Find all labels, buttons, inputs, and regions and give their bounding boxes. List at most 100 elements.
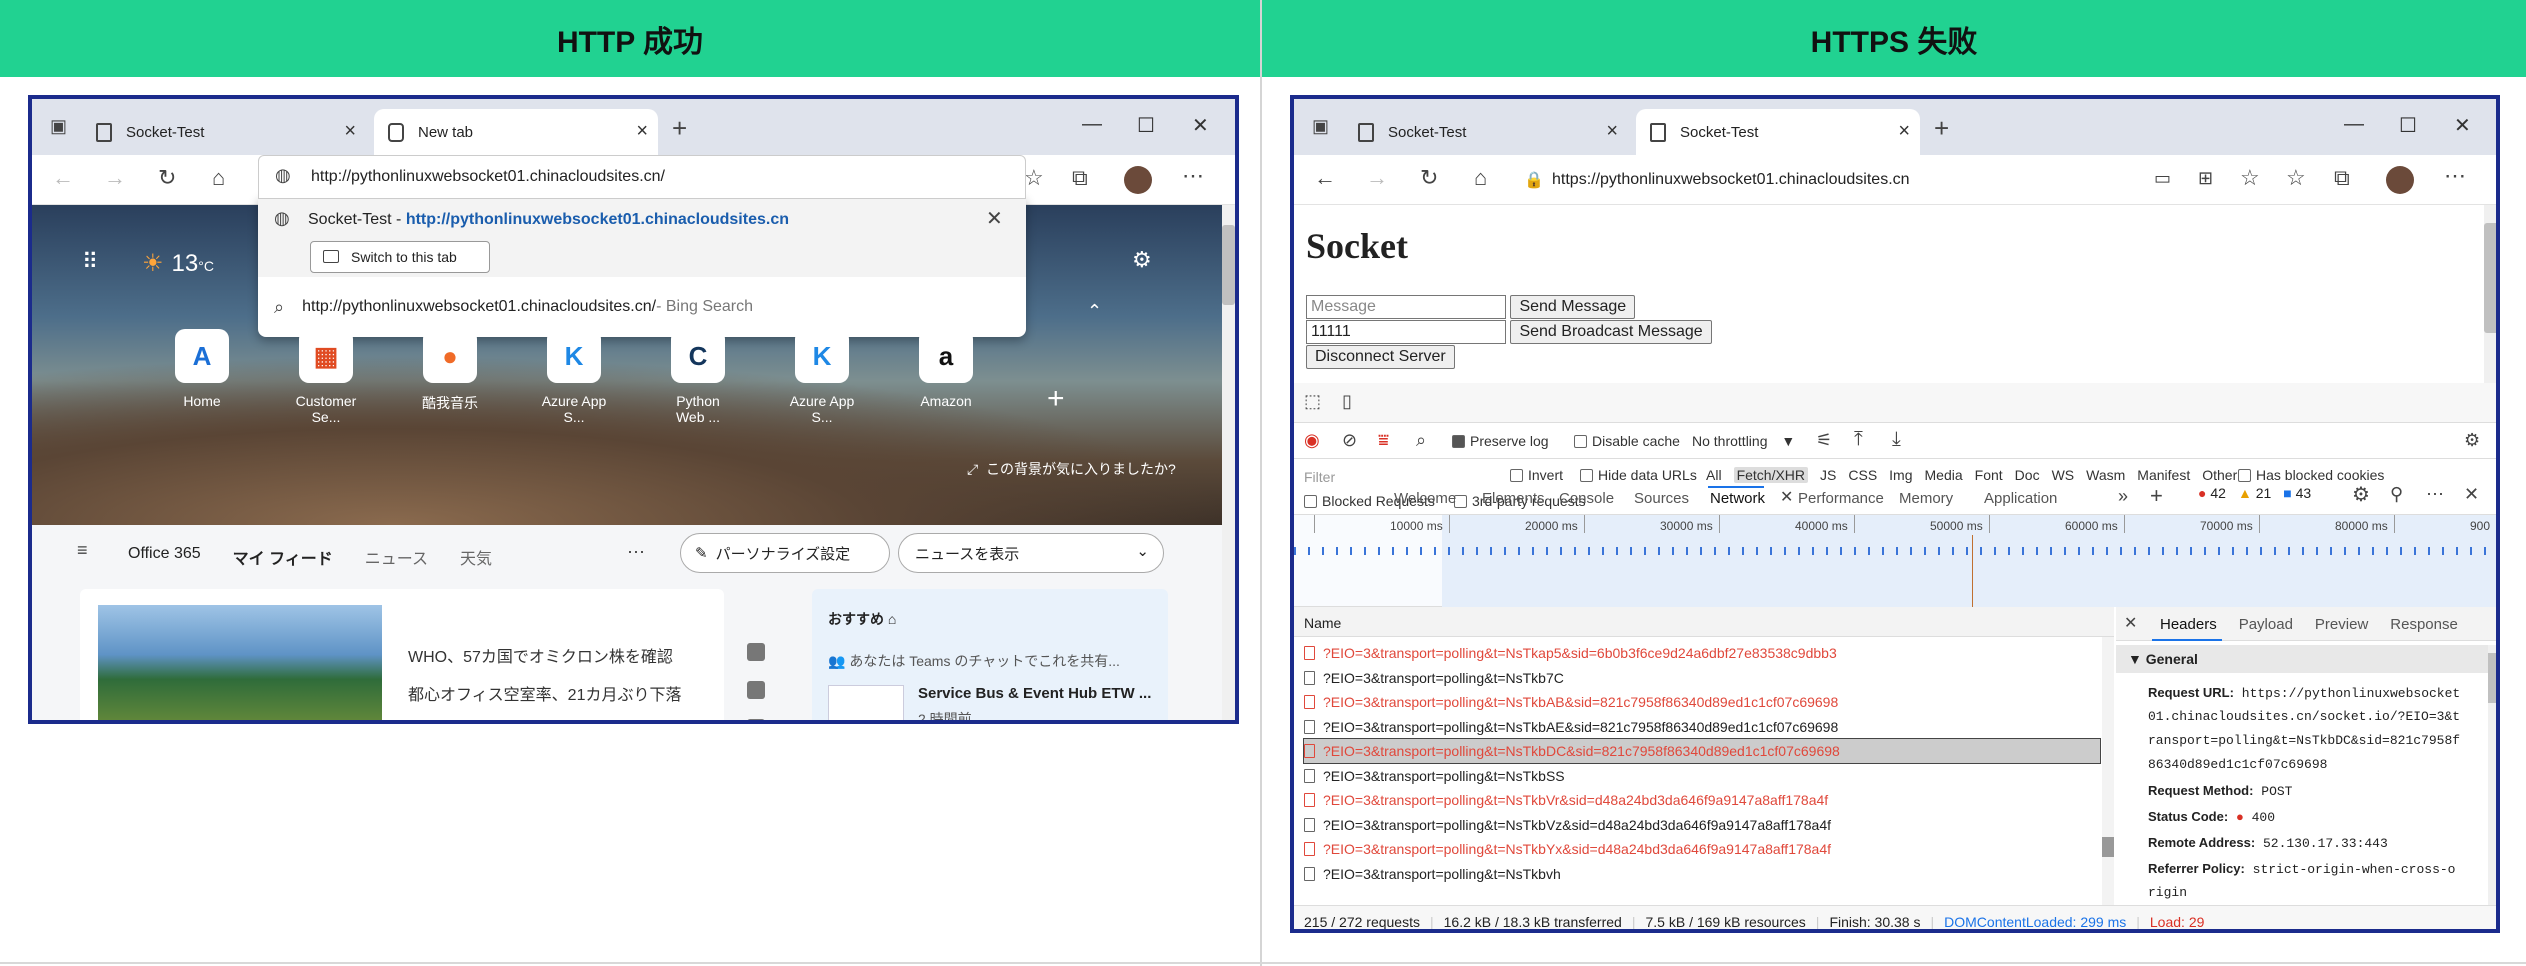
type-filter[interactable]: Font [1975, 467, 2003, 483]
back-icon[interactable]: ← [1314, 167, 1336, 189]
hide-data-urls-checkbox[interactable]: Hide data URLs [1580, 467, 1697, 483]
download-icon[interactable]: ⤓ [1892, 429, 1901, 449]
has-blocked-cookies-checkbox[interactable]: Has blocked cookies [2238, 467, 2384, 483]
tab-actions-icon[interactable]: ▣ [1312, 117, 1329, 135]
quick-link[interactable]: A Home [166, 329, 238, 409]
type-filter[interactable]: JS [1820, 467, 1836, 483]
type-filter[interactable]: Other [2202, 467, 2237, 483]
broadcast-button[interactable]: Send Broadcast Message [1510, 320, 1712, 344]
device-icon[interactable]: ▯ [1342, 392, 1352, 410]
scroll-thumb[interactable] [2102, 837, 2114, 857]
name-column-header[interactable]: Name [1294, 607, 2114, 637]
detail-scrollbar[interactable] [2488, 645, 2496, 905]
message-input[interactable]: Message [1306, 295, 1506, 319]
weather-widget[interactable]: ☀ 13 °C [142, 249, 214, 278]
page-scrollbar[interactable] [2484, 205, 2496, 383]
devtools-tab[interactable]: Welcome [1394, 490, 1456, 507]
avatar[interactable] [1124, 166, 1152, 194]
tab-new-tab[interactable]: New tab × [374, 109, 658, 155]
tab-socket-test[interactable]: Socket-Test × [1344, 109, 1628, 155]
extensions-icon[interactable]: ⊞ [2198, 169, 2213, 187]
clear-icon[interactable]: ⊘ [1342, 431, 1357, 449]
quick-link[interactable]: K Azure App S... [786, 329, 858, 425]
avatar[interactable] [2386, 166, 2414, 194]
apps-grid-icon[interactable]: ⠿ [82, 251, 98, 273]
forward-icon[interactable]: → [1366, 167, 1388, 189]
add-favorite-icon[interactable]: ☆ [2240, 167, 2260, 189]
detail-tab[interactable]: Headers [2160, 616, 2217, 633]
tab-news[interactable]: ニュース [365, 545, 428, 569]
request-row[interactable]: ?EIO=3&transport=polling&t=NsTkb7C [1304, 666, 2100, 690]
page-scrollbar[interactable] [1222, 205, 1235, 720]
throttling-select[interactable]: No throttling ▼ [1692, 433, 1795, 449]
type-filter[interactable]: Wasm [2086, 467, 2125, 483]
back-icon[interactable]: ← [52, 167, 74, 189]
window-close-icon[interactable]: ✕ [1192, 113, 1209, 138]
record-icon[interactable]: ◉ [1304, 431, 1320, 449]
collections-icon[interactable]: ⧉ [1072, 167, 1088, 189]
devtools-tab[interactable]: Console [1559, 490, 1614, 507]
search-icon[interactable]: ⌕ [1416, 431, 1426, 449]
refresh-icon[interactable]: ↻ [1420, 167, 1438, 189]
tab-my-feed[interactable]: マイ フィード [233, 545, 333, 569]
network-settings-icon[interactable]: ⚙ [2464, 431, 2480, 449]
request-row[interactable]: ?EIO=3&transport=polling&t=NsTkbDC&sid=8… [1303, 738, 2101, 764]
filter-icon[interactable]: ⩸ [1378, 431, 1389, 449]
inspect-icon[interactable]: ⬚ [1304, 392, 1321, 410]
tab-socket-test[interactable]: Socket-Test × [82, 109, 366, 155]
maximize-icon[interactable]: ☐ [2399, 113, 2417, 138]
request-row[interactable]: ?EIO=3&transport=polling&t=NsTkbVz&sid=d… [1304, 813, 2100, 837]
type-filter[interactable]: CSS [1848, 467, 1877, 483]
settings-gear-icon[interactable]: ⚙ [1132, 249, 1152, 271]
tab-office365[interactable]: Office 365 [128, 545, 201, 569]
forward-icon[interactable]: → [104, 167, 126, 189]
type-filter[interactable]: Doc [2015, 467, 2040, 483]
request-row[interactable]: ?EIO=3&transport=polling&t=NsTkap5&sid=6… [1304, 641, 2100, 665]
type-filter[interactable]: Fetch/XHR [1733, 467, 1809, 483]
broadcast-input[interactable]: 11111 [1306, 320, 1506, 344]
devtools-tab[interactable]: Application [1984, 490, 2057, 507]
news-headline[interactable]: 都心オフィス空室率、21カ月ぶり下落 [408, 681, 681, 705]
close-detail-icon[interactable]: ✕ [2124, 616, 2137, 632]
scroll-thumb[interactable] [2488, 653, 2496, 703]
refresh-icon[interactable]: ↻ [158, 167, 176, 189]
type-filter[interactable]: Img [1889, 467, 1912, 483]
detail-tab[interactable]: Payload [2239, 616, 2293, 633]
request-row[interactable]: ?EIO=3&transport=polling&t=NsTkbAE&sid=8… [1304, 715, 2100, 739]
invert-checkbox[interactable]: Invert [1510, 467, 1563, 483]
preserve-log-checkbox[interactable]: Preserve log [1452, 433, 1549, 449]
tab-actions-icon[interactable]: ▣ [50, 117, 67, 135]
new-tab-plus-icon[interactable]: + [1934, 115, 1949, 141]
devtools-tab[interactable]: Memory [1899, 490, 1953, 507]
home-icon[interactable]: ⌂ [212, 167, 225, 189]
devtools-tab[interactable]: Elements [1482, 490, 1545, 507]
request-row[interactable]: ?EIO=3&transport=polling&t=NsTkbVr&sid=d… [1304, 788, 2100, 812]
recommend-teams[interactable]: 👥 あなたは Teams のチャットでこれを共有... [828, 651, 1120, 671]
disconnect-button[interactable]: Disconnect Server [1306, 345, 1455, 369]
minimize-icon[interactable]: — [2344, 113, 2364, 136]
suggestion-row[interactable]: ◍ Socket-Test - http://pythonlinuxwebsoc… [258, 197, 1026, 277]
wifi-icon[interactable]: ⚟ [1816, 431, 1832, 449]
quick-link[interactable]: a Amazon [910, 329, 982, 409]
maximize-icon[interactable]: ☐ [1137, 113, 1155, 138]
scroll-thumb[interactable] [1222, 225, 1235, 305]
chevron-up-icon[interactable]: ⌃ [1087, 302, 1102, 320]
send-message-button[interactable]: Send Message [1510, 295, 1636, 319]
more-icon[interactable]: ⋯ [1182, 165, 1204, 187]
close-icon[interactable]: × [344, 120, 356, 143]
new-tab-plus-icon[interactable]: + [672, 115, 687, 141]
devtools-tab[interactable]: Network [1710, 490, 1765, 507]
filter-input[interactable]: Filter [1304, 469, 1335, 485]
tab-weather[interactable]: 天気 [460, 545, 492, 569]
detail-tab[interactable]: Preview [2315, 616, 2368, 633]
show-news-select[interactable]: ニュースを表示 ⌄ [898, 533, 1164, 573]
recommend-item-title[interactable]: Service Bus & Event Hub ETW ... [918, 685, 1151, 702]
request-row[interactable]: ?EIO=3&transport=polling&t=NsTkbvh [1304, 862, 2100, 886]
address-input[interactable]: 🔒 https://pythonlinuxwebsocket01.chinacl… [1516, 161, 2246, 199]
favorites-icon[interactable]: ☆ [1024, 167, 1044, 189]
close-icon[interactable]: × [636, 120, 648, 143]
window-close-icon[interactable]: ✕ [2454, 113, 2471, 138]
disable-cache-checkbox[interactable]: Disable cache [1574, 433, 1680, 449]
general-section[interactable]: ▼ General [2116, 645, 2496, 673]
personalize-button[interactable]: ✎ パーソナライズ設定 [680, 533, 890, 573]
